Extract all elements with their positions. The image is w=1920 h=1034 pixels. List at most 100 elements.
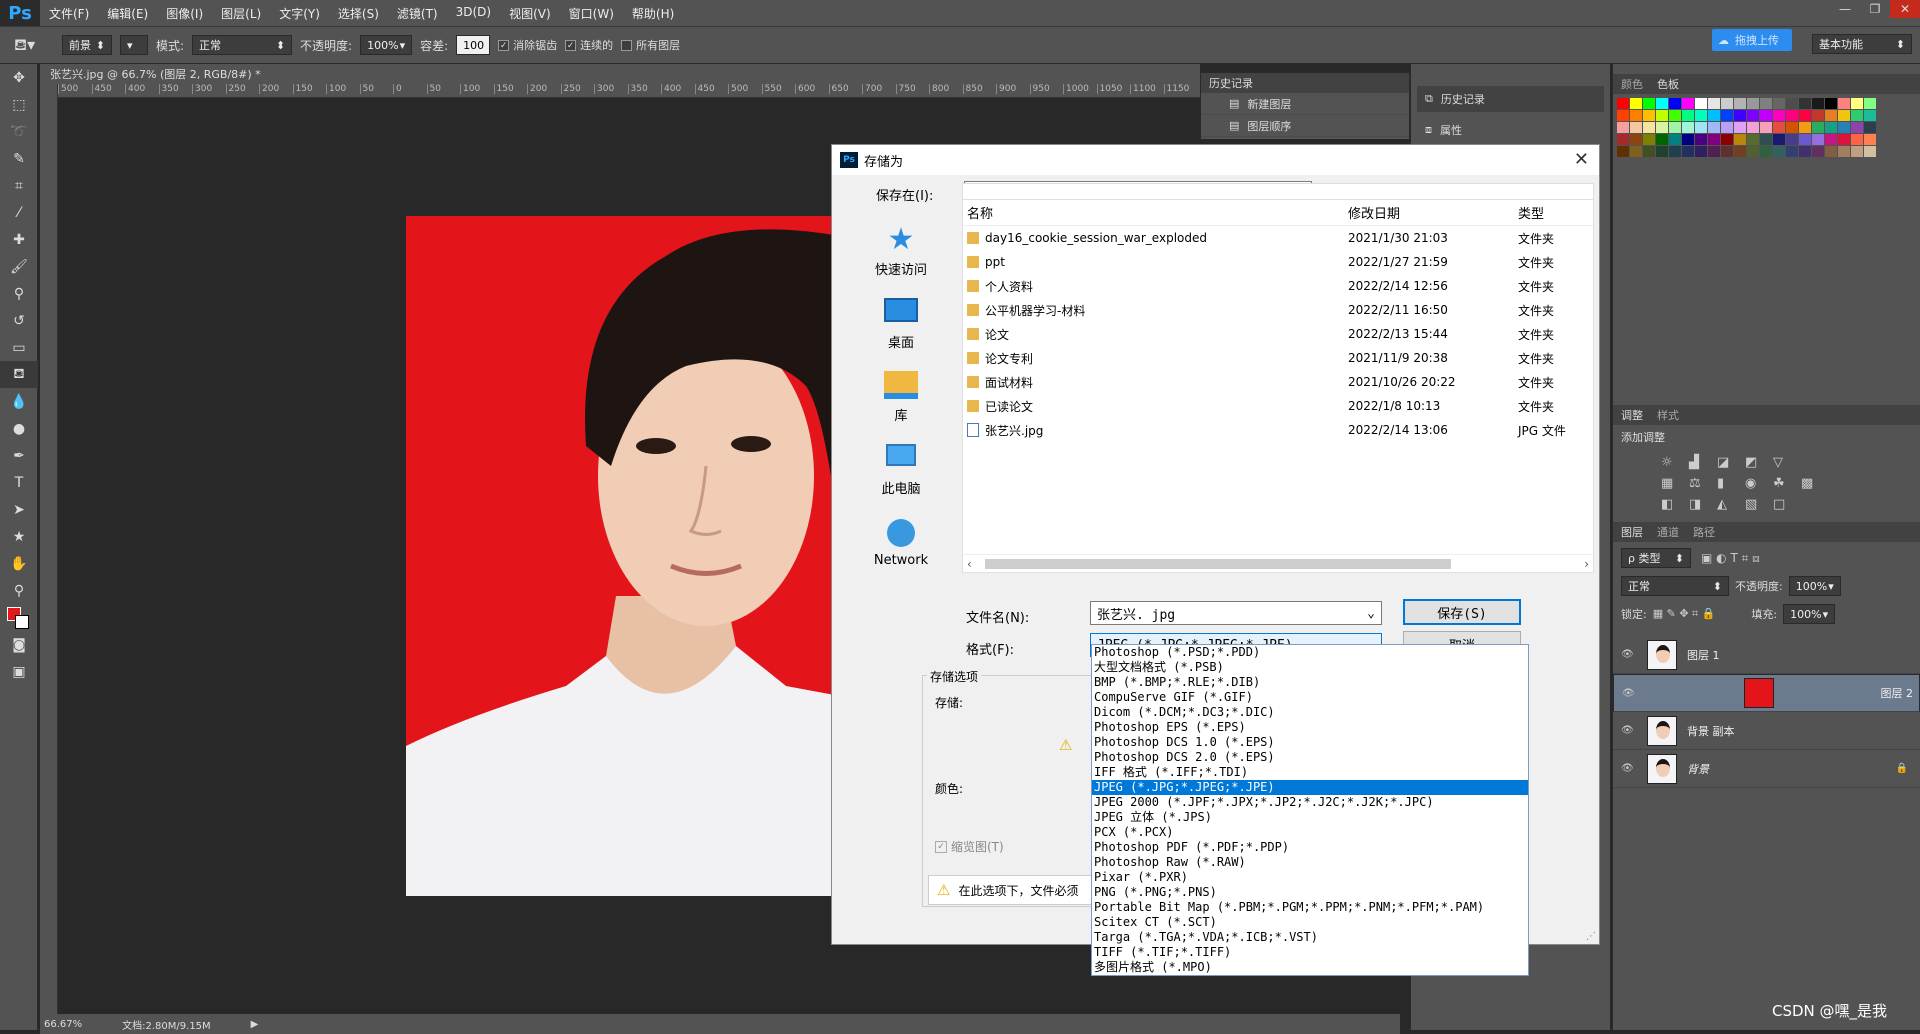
menu-item[interactable]: 图像(I): [157, 5, 212, 22]
format-option[interactable]: JPEG (*.JPG;*.JPEG;*.JPE): [1092, 780, 1528, 795]
format-option[interactable]: Dicom (*.DCM;*.DC3;*.DIC): [1092, 705, 1528, 720]
mode-select[interactable]: 正常 ⬍: [192, 35, 293, 55]
swatch[interactable]: [1669, 146, 1681, 157]
format-option[interactable]: PCX (*.PCX): [1092, 825, 1528, 840]
swatch[interactable]: [1851, 110, 1863, 121]
filter-icons[interactable]: ▣ ◐ T ⌗ ⧈: [1701, 551, 1760, 566]
swatch[interactable]: [1708, 146, 1720, 157]
screen-mode-icon[interactable]: ▣: [0, 658, 38, 685]
menu-item[interactable]: 图层(L): [212, 5, 270, 22]
save-button[interactable]: 保存(S): [1403, 599, 1521, 625]
swatch[interactable]: [1630, 98, 1642, 109]
swatch[interactable]: [1734, 110, 1746, 121]
swatch[interactable]: [1617, 146, 1629, 157]
history-item[interactable]: ▤ 图层顺序: [1201, 115, 1409, 137]
swatch[interactable]: [1734, 134, 1746, 145]
swatch[interactable]: [1708, 122, 1720, 133]
swatch[interactable]: [1656, 122, 1668, 133]
mixer-icon[interactable]: ☘: [1773, 476, 1795, 491]
file-row[interactable]: 公平机器学习-材料 2022/2/11 16:50 文件夹: [963, 298, 1593, 322]
properties-collapsed[interactable]: ⧈ 属性: [1417, 120, 1604, 140]
swatch[interactable]: [1630, 146, 1642, 157]
brush-tool-icon[interactable]: 🖌: [0, 253, 38, 280]
swatch[interactable]: [1812, 98, 1824, 109]
antialias-checkbox[interactable]: ✓ 消除锯齿: [498, 37, 557, 53]
format-option[interactable]: Photoshop (*.PSD;*.PDD): [1092, 645, 1528, 660]
swatch[interactable]: [1760, 134, 1772, 145]
file-name-cell[interactable]: 论文: [963, 326, 1348, 343]
swatch[interactable]: [1799, 110, 1811, 121]
all-layers-checkbox[interactable]: 所有图层: [621, 37, 680, 53]
menu-item[interactable]: 3D(D): [447, 5, 500, 22]
visibility-eye-icon[interactable]: 👁: [1621, 763, 1637, 774]
swatch[interactable]: [1838, 146, 1850, 157]
swatch[interactable]: [1721, 134, 1733, 145]
swatch[interactable]: [1669, 134, 1681, 145]
tab-styles[interactable]: 样式: [1657, 407, 1679, 423]
thumbnail-checkbox[interactable]: ✓ 缩览图(T): [935, 838, 1004, 855]
lasso-tool-icon[interactable]: ➰: [0, 118, 38, 145]
tab-channels[interactable]: 通道: [1657, 524, 1679, 540]
menu-item[interactable]: 窗口(W): [560, 5, 623, 22]
crop-tool-icon[interactable]: ⌗: [0, 172, 38, 199]
swatch[interactable]: [1656, 98, 1668, 109]
swatch[interactable]: [1747, 122, 1759, 133]
file-name-cell[interactable]: day16_cookie_session_war_exploded: [963, 231, 1348, 245]
file-row[interactable]: 论文专利 2021/11/9 20:38 文件夹: [963, 346, 1593, 370]
swatch[interactable]: [1786, 110, 1798, 121]
swatch[interactable]: [1747, 134, 1759, 145]
type-tool-icon[interactable]: T: [0, 469, 38, 496]
tab-layers[interactable]: 图层: [1621, 524, 1643, 540]
menu-item[interactable]: 文字(Y): [270, 5, 329, 22]
swatch[interactable]: [1643, 110, 1655, 121]
file-row[interactable]: 面试材料 2021/10/26 20:22 文件夹: [963, 370, 1593, 394]
tab-color[interactable]: 颜色: [1621, 76, 1643, 92]
restore-icon[interactable]: ❐: [1860, 0, 1890, 18]
swatch[interactable]: [1786, 98, 1798, 109]
layer-row[interactable]: 👁 图层 1: [1613, 636, 1920, 674]
fill-source-select[interactable]: 前景 ⬍: [62, 35, 112, 55]
exposure-icon[interactable]: ◩: [1745, 455, 1767, 470]
nav-quick-access[interactable]: ★ 快速访问: [856, 215, 946, 288]
visibility-eye-icon[interactable]: 👁: [1621, 649, 1637, 660]
swatch[interactable]: [1669, 110, 1681, 121]
posterize-icon[interactable]: ◨: [1689, 497, 1711, 512]
swatch[interactable]: [1760, 98, 1772, 109]
format-option[interactable]: Scitex CT (*.SCT): [1092, 915, 1528, 930]
eyedropper-icon[interactable]: ⁄: [0, 199, 38, 226]
quick-mask-icon[interactable]: ◙: [0, 631, 38, 658]
format-option[interactable]: Portable Bit Map (*.PBM;*.PGM;*.PPM;*.PN…: [1092, 900, 1528, 915]
visibility-eye-icon[interactable]: 👁: [1621, 725, 1637, 736]
swatch[interactable]: [1864, 110, 1876, 121]
swatch[interactable]: [1838, 122, 1850, 133]
quick-select-icon[interactable]: ✎: [0, 145, 38, 172]
clone-stamp-icon[interactable]: ⚲: [0, 280, 38, 307]
swatch[interactable]: [1643, 98, 1655, 109]
swatch[interactable]: [1708, 110, 1720, 121]
format-option[interactable]: BMP (*.BMP;*.RLE;*.DIB): [1092, 675, 1528, 690]
swatch[interactable]: [1669, 98, 1681, 109]
swatch[interactable]: [1682, 110, 1694, 121]
layer-name[interactable]: 背景 副本: [1687, 723, 1735, 739]
swatch[interactable]: [1864, 134, 1876, 145]
swatch[interactable]: [1630, 122, 1642, 133]
swatch[interactable]: [1643, 134, 1655, 145]
swatch[interactable]: [1682, 122, 1694, 133]
swatch[interactable]: [1682, 146, 1694, 157]
menu-item[interactable]: 视图(V): [500, 5, 560, 22]
layer-row[interactable]: 👁 图层 2: [1613, 674, 1920, 712]
swatch[interactable]: [1656, 146, 1668, 157]
status-arrow-icon[interactable]: ▶: [251, 1019, 259, 1030]
swatch[interactable]: [1851, 146, 1863, 157]
blur-tool-icon[interactable]: 💧: [0, 388, 38, 415]
format-option[interactable]: 大型文档格式 (*.PSB): [1092, 660, 1528, 675]
menu-item[interactable]: 选择(S): [329, 5, 388, 22]
format-option[interactable]: Photoshop Raw (*.RAW): [1092, 855, 1528, 870]
hue-icon[interactable]: ▦: [1661, 476, 1683, 491]
portrait-image[interactable]: [406, 216, 840, 896]
swatch[interactable]: [1760, 110, 1772, 121]
tolerance-input[interactable]: 100: [456, 35, 491, 55]
contiguous-checkbox[interactable]: ✓ 连续的: [565, 37, 613, 53]
swatch[interactable]: [1851, 122, 1863, 133]
swatch[interactable]: [1786, 134, 1798, 145]
